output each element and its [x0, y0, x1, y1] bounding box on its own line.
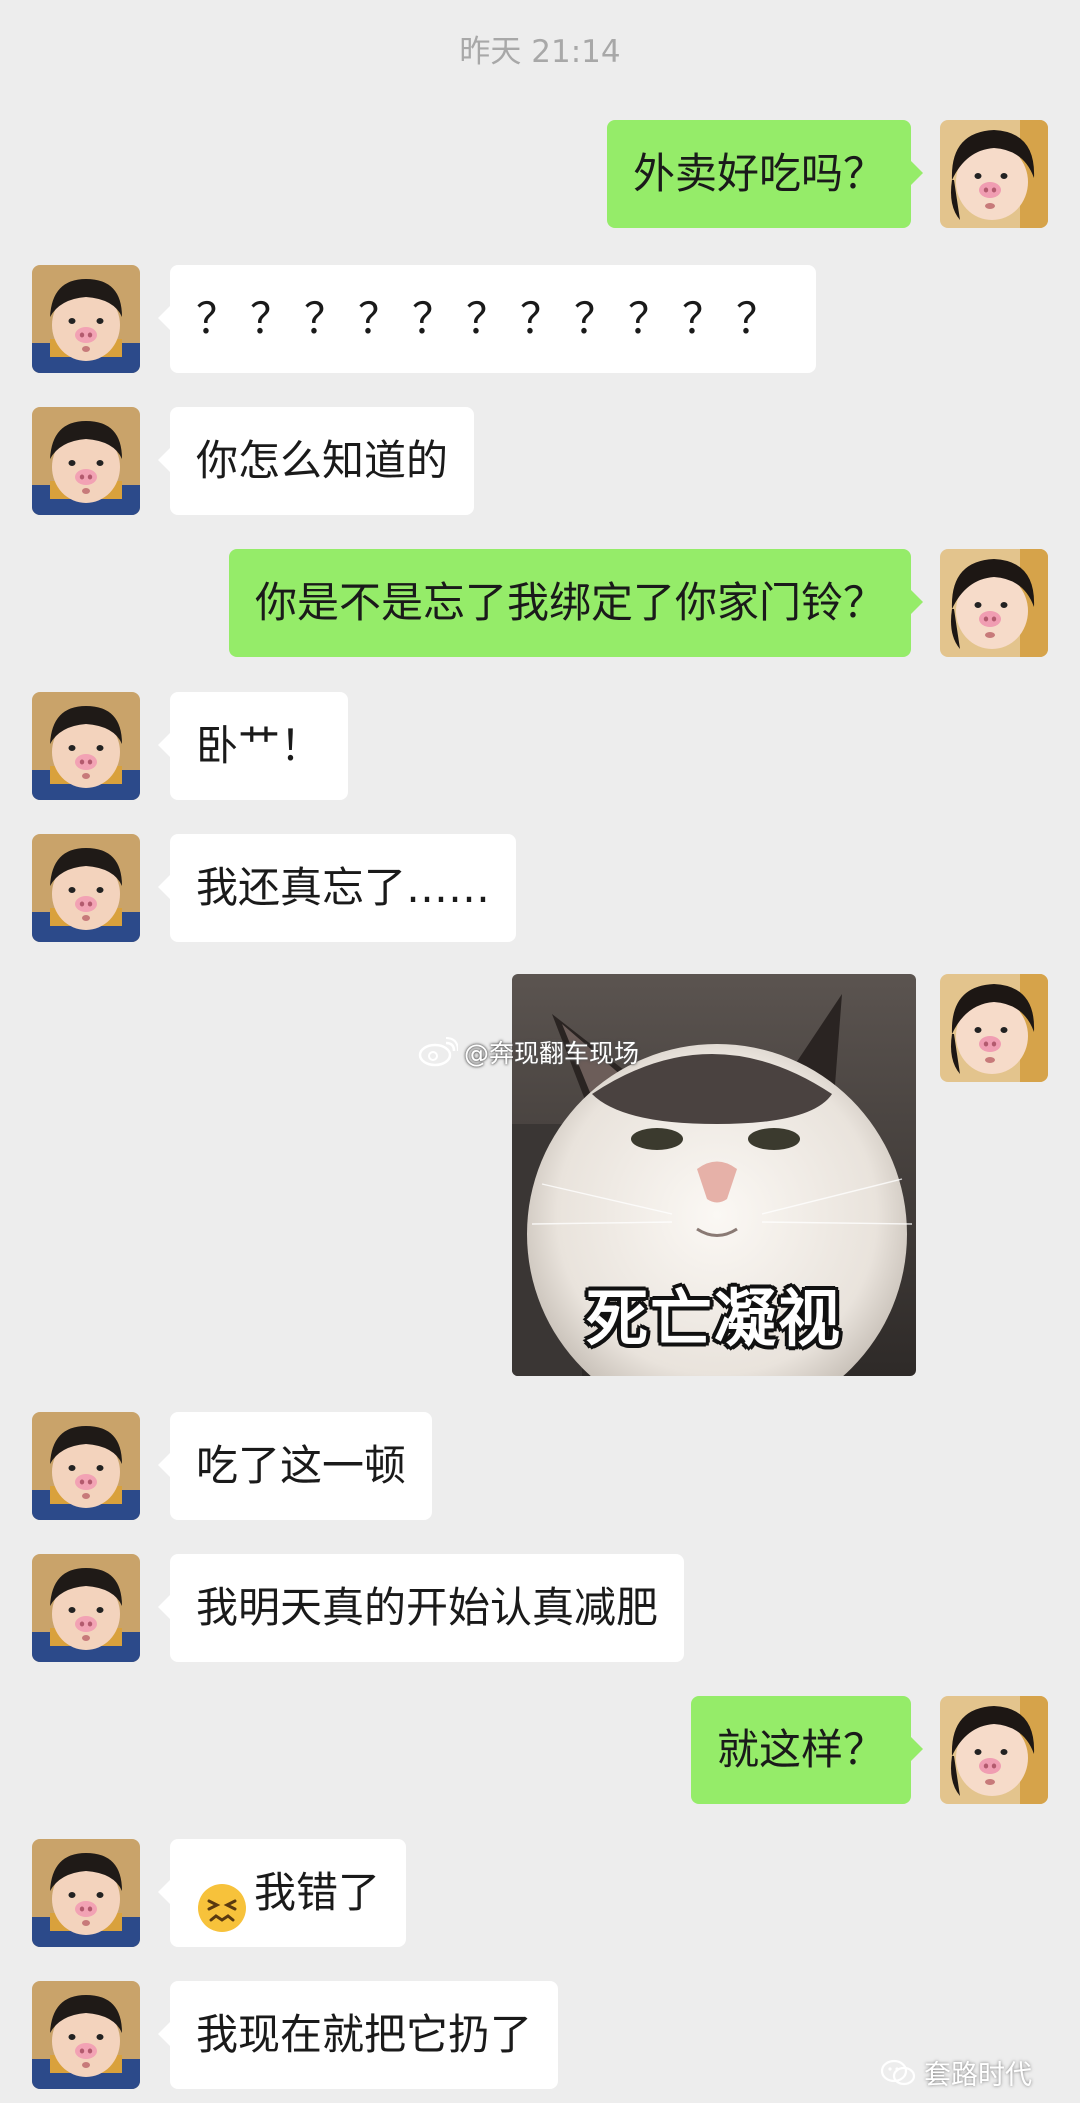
weibo-watermark: @奔现翻车现场	[418, 1034, 639, 1073]
outgoing-message-bubble[interactable]: 外卖好吃吗？	[606, 120, 924, 228]
outgoing-message-bubble[interactable]: 就这样？	[690, 1696, 924, 1804]
chat-timestamp: 昨天 21:14	[459, 34, 621, 70]
message-text: 我错了	[254, 1868, 381, 1917]
weibo-icon	[418, 1037, 459, 1073]
incoming-message-bubble[interactable]: 我明天真的开始认真减肥	[157, 1554, 685, 1662]
incoming-message-bubble[interactable]: 吃了这一顿	[157, 1412, 433, 1520]
incoming-message-bubble[interactable]: 我还真忘了……	[157, 834, 517, 942]
contact-avatar[interactable]	[32, 834, 140, 942]
contact-avatar[interactable]	[32, 265, 140, 373]
contact-avatar[interactable]	[32, 1412, 140, 1520]
contact-avatar[interactable]	[32, 1554, 140, 1662]
incoming-message-bubble[interactable]: 我错了	[157, 1839, 407, 1947]
incoming-message-bubble[interactable]: ？？？？？？？？？？？	[157, 265, 817, 373]
incoming-message-bubble[interactable]: 你怎么知道的	[157, 407, 475, 515]
outgoing-message-bubble[interactable]: 你是不是忘了我绑定了你家门铃？	[228, 549, 924, 657]
incoming-message-bubble[interactable]: 我现在就把它扔了	[157, 1981, 559, 2089]
wechat-watermark-text: 套路时代	[924, 2060, 1032, 2091]
contact-avatar[interactable]	[32, 692, 140, 800]
confounded-face-icon	[196, 1866, 248, 1932]
my-avatar[interactable]	[940, 120, 1048, 228]
wechat-watermark: 套路时代	[880, 2053, 1032, 2094]
my-avatar[interactable]	[940, 1696, 1048, 1804]
contact-avatar[interactable]	[32, 407, 140, 515]
sticker-caption: 死亡凝视	[585, 1282, 842, 1355]
wechat-icon	[880, 2059, 916, 2094]
my-avatar[interactable]	[940, 549, 1048, 657]
contact-avatar[interactable]	[32, 1839, 140, 1947]
contact-avatar[interactable]	[32, 1981, 140, 2089]
weibo-watermark-text: @奔现翻车现场	[464, 1039, 640, 1068]
incoming-message-bubble[interactable]: 卧艹！	[157, 692, 349, 800]
my-avatar[interactable]	[940, 974, 1048, 1082]
